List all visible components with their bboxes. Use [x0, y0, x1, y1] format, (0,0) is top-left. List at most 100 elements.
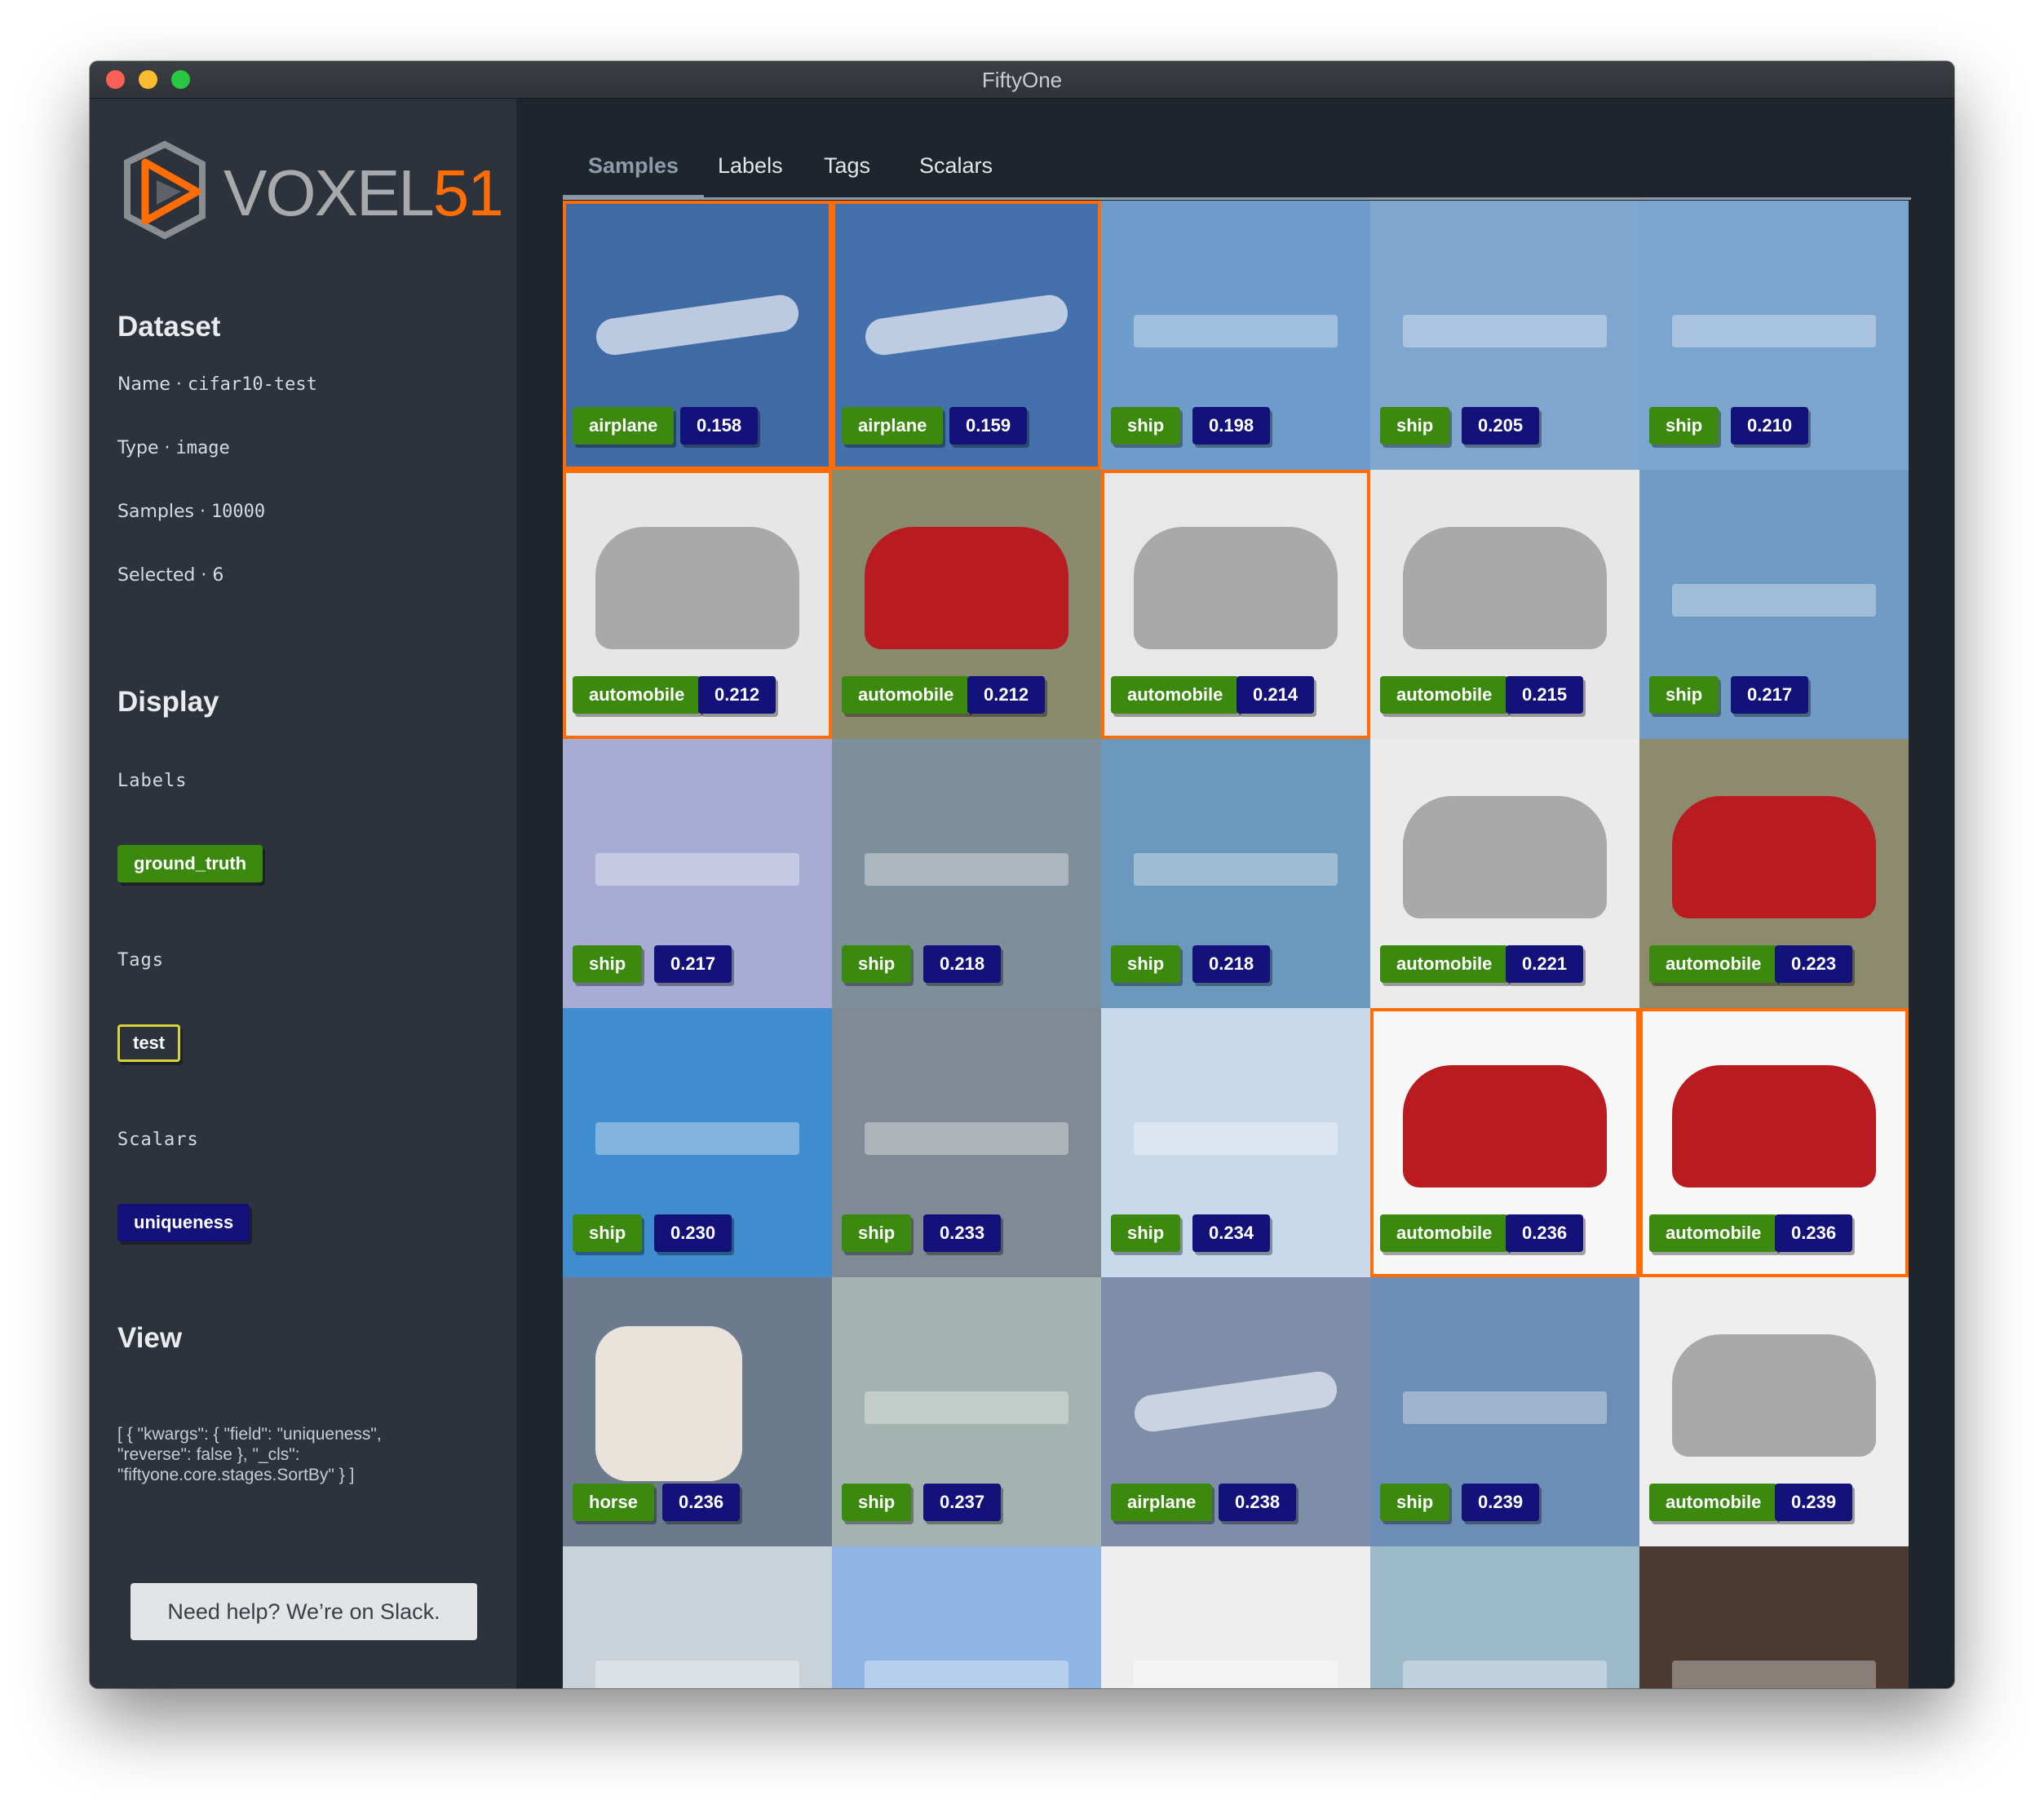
sample-score-badge: 0.233	[923, 1214, 1002, 1252]
sample-thumbnail	[595, 853, 799, 886]
sample-tile[interactable]: ship 0.239	[1370, 1277, 1639, 1546]
tag-chip-test[interactable]: test	[117, 1024, 181, 1062]
sample-score-badge: 0.237	[923, 1484, 1002, 1521]
sample-tile[interactable]: ship 0.210	[1639, 201, 1909, 470]
sample-thumbnail	[1132, 1369, 1339, 1435]
sample-tile[interactable]: automobile 0.212	[832, 470, 1101, 739]
sample-tile[interactable]	[1370, 1546, 1639, 1688]
sample-tile[interactable]	[832, 1546, 1101, 1688]
scalars-heading: Scalars	[117, 1130, 199, 1150]
sample-tile[interactable]: ship 0.218	[832, 739, 1101, 1008]
sample-thumbnail	[1672, 1065, 1876, 1188]
sample-label-badge: automobile	[842, 676, 971, 714]
sample-tile[interactable]: ship 0.198	[1101, 201, 1370, 470]
sample-label-badge: ship	[1649, 407, 1719, 445]
tab-tags[interactable]: Tags	[799, 141, 896, 195]
slack-help-button[interactable]: Need help? We’re on Slack.	[131, 1583, 477, 1640]
sample-thumbnail	[595, 1326, 742, 1481]
main-panel: Samples Labels Tags Scalars airplane 0.15…	[516, 99, 1954, 1688]
sample-tile[interactable]: ship 0.205	[1370, 201, 1639, 470]
title-bar: FiftyOne	[90, 61, 1954, 99]
sample-score-badge: 0.236	[662, 1484, 741, 1521]
sample-tile[interactable]: automobile 0.223	[1639, 739, 1909, 1008]
sample-thumbnail	[595, 527, 799, 649]
sample-tile[interactable]: automobile 0.214	[1101, 470, 1370, 739]
tab-samples[interactable]: Samples	[563, 141, 705, 198]
sample-tile[interactable]: automobile 0.221	[1370, 739, 1639, 1008]
sample-tile[interactable]: automobile 0.212	[563, 470, 832, 739]
sample-score-badge: 0.205	[1462, 407, 1540, 445]
sample-tile[interactable]: airplane 0.238	[1101, 1277, 1370, 1546]
tags-heading: Tags	[117, 950, 164, 971]
sample-thumbnail	[865, 1122, 1068, 1155]
sample-thumbnail	[1403, 1065, 1607, 1188]
dataset-name-row: Name · cifar10-test	[117, 374, 317, 395]
dataset-samples-row: Samples · 10000	[117, 502, 266, 522]
sample-label-badge: ship	[842, 1484, 912, 1521]
sample-thumbnail	[865, 853, 1068, 886]
window-title: FiftyOne	[981, 68, 1063, 92]
view-stages-text: [ { "kwargs": { "field": "uniqueness", "…	[117, 1425, 382, 1484]
sample-thumbnail	[595, 1661, 799, 1688]
sample-thumbnail	[594, 292, 801, 358]
sample-thumbnail	[865, 1661, 1068, 1688]
sample-score-badge: 0.218	[923, 945, 1002, 983]
sample-score-badge: 0.158	[680, 407, 759, 445]
sample-thumbnail	[1672, 1334, 1876, 1457]
sample-thumbnail	[1134, 315, 1338, 347]
tab-labels[interactable]: Labels	[692, 141, 808, 195]
sample-thumbnail	[1672, 1661, 1876, 1688]
sample-tile[interactable]: ship 0.234	[1101, 1008, 1370, 1277]
sample-thumbnail	[1403, 796, 1607, 918]
sample-tile[interactable]: ship 0.233	[832, 1008, 1101, 1277]
sample-thumbnail	[1672, 796, 1876, 918]
sample-tile[interactable]: automobile 0.236	[1639, 1008, 1909, 1277]
sample-tile[interactable]	[1639, 1546, 1909, 1688]
sample-label-badge: ship	[842, 945, 912, 983]
sample-tile[interactable]: ship 0.230	[563, 1008, 832, 1277]
tab-scalars[interactable]: Scalars	[894, 141, 1018, 195]
sample-label-badge: ship	[1111, 407, 1181, 445]
voxel51-logo-icon	[124, 140, 206, 240]
sample-tile[interactable]: horse 0.236	[563, 1277, 832, 1546]
sample-thumbnail	[865, 1391, 1068, 1424]
sample-tile[interactable]: ship 0.217	[563, 739, 832, 1008]
sample-score-badge: 0.217	[1731, 676, 1809, 714]
sample-label-badge: automobile	[1649, 1214, 1778, 1252]
sample-tile[interactable]: airplane 0.159	[832, 201, 1101, 470]
sample-tile[interactable]: automobile 0.236	[1370, 1008, 1639, 1277]
sample-label-badge: ship	[1380, 407, 1450, 445]
sample-score-badge: 0.215	[1506, 676, 1584, 714]
sample-tile[interactable]: ship 0.218	[1101, 739, 1370, 1008]
label-chip-ground-truth[interactable]: ground_truth	[117, 845, 263, 882]
sample-score-badge: 0.223	[1775, 945, 1853, 983]
sample-thumbnail	[865, 527, 1068, 649]
sample-score-badge: 0.212	[698, 676, 776, 714]
sample-score-badge: 0.212	[967, 676, 1046, 714]
dataset-type-row: Type · image	[117, 438, 230, 458]
sample-tile[interactable]: ship 0.237	[832, 1277, 1101, 1546]
samples-grid[interactable]: airplane 0.158 airplane 0.159 ship 0.198 ship 0…	[563, 201, 1911, 1688]
sample-tile[interactable]: airplane 0.158	[563, 201, 832, 470]
sample-tile[interactable]: automobile 0.239	[1639, 1277, 1909, 1546]
scalar-chip-uniqueness[interactable]: uniqueness	[117, 1204, 250, 1241]
sample-score-badge: 0.236	[1775, 1214, 1853, 1252]
sample-thumbnail	[1134, 527, 1338, 649]
sample-tile[interactable]: automobile 0.215	[1370, 470, 1639, 739]
sample-score-badge: 0.221	[1506, 945, 1584, 983]
sample-label-badge: ship	[1111, 945, 1181, 983]
sample-thumbnail	[863, 292, 1070, 358]
sample-score-badge: 0.239	[1462, 1484, 1540, 1521]
dataset-selected-row: Selected · 6	[117, 565, 224, 586]
tab-underline	[563, 197, 1911, 200]
sample-thumbnail	[595, 1122, 799, 1155]
sample-tile[interactable]	[563, 1546, 832, 1688]
sample-label-badge: ship	[1649, 676, 1719, 714]
sample-tile[interactable]: ship 0.217	[1639, 470, 1909, 739]
labels-heading: Labels	[117, 771, 188, 791]
dataset-heading: Dataset	[117, 311, 221, 343]
sample-tile[interactable]	[1101, 1546, 1370, 1688]
sample-label-badge: automobile	[1380, 1214, 1509, 1252]
sample-score-badge: 0.234	[1192, 1214, 1271, 1252]
sample-score-badge: 0.239	[1775, 1484, 1853, 1521]
